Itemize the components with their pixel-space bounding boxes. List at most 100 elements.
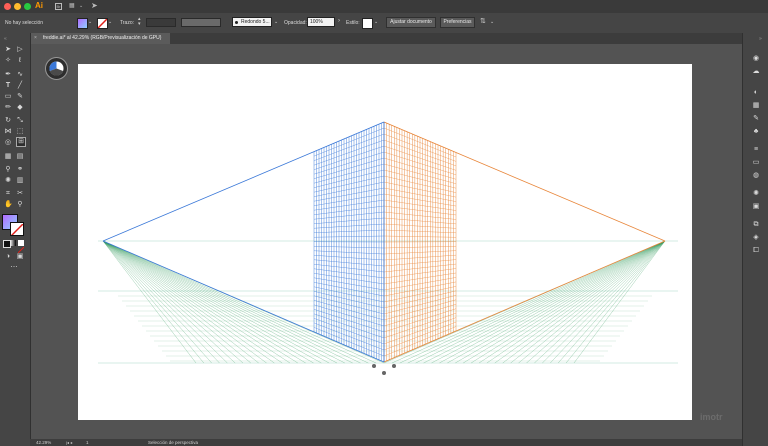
pencil-icon[interactable]: ✏ bbox=[4, 104, 12, 112]
magic-wand-icon[interactable]: ✧ bbox=[4, 57, 12, 65]
line-icon[interactable]: ╱ bbox=[16, 82, 24, 90]
libraries-icon[interactable]: ☁ bbox=[751, 68, 761, 76]
expand-panels-icon[interactable]: » bbox=[759, 36, 762, 42]
mesh-icon[interactable]: ▦ bbox=[4, 153, 12, 161]
layers-icon[interactable]: ◈ bbox=[751, 234, 761, 242]
close-window-icon[interactable] bbox=[4, 3, 11, 10]
zoom-window-icon[interactable] bbox=[24, 3, 31, 10]
floor-grid-line bbox=[494, 240, 666, 364]
stroke-chevron-icon[interactable]: ⌄ bbox=[108, 19, 112, 25]
links-icon[interactable]: ⧉ bbox=[751, 221, 761, 229]
artboard-icon[interactable]: ⌗ bbox=[4, 190, 12, 198]
grid-control-handle[interactable] bbox=[372, 364, 376, 368]
no-stroke-icon bbox=[11, 223, 23, 235]
floor-grid-line bbox=[447, 240, 666, 364]
arrange-documents-icon[interactable]: ⇅ bbox=[480, 17, 486, 25]
floor-grid-line bbox=[102, 240, 353, 364]
floor-grid-line bbox=[102, 240, 197, 364]
floor-grid-line bbox=[102, 240, 345, 364]
selection-icon[interactable]: ➤ bbox=[4, 46, 12, 54]
fill-chevron-icon[interactable]: ⌄ bbox=[88, 19, 92, 25]
free-transform-icon[interactable]: ⬚ bbox=[16, 128, 24, 136]
gradient-icon[interactable]: ▤ bbox=[16, 153, 24, 161]
scale-icon[interactable]: ⤡ bbox=[16, 117, 24, 125]
floor-grid-line bbox=[102, 240, 212, 364]
first-artboard-icon[interactable]: |◂ ◂ bbox=[66, 439, 72, 446]
artboard-number[interactable]: 1 bbox=[86, 439, 89, 446]
style-chevron-icon[interactable]: ⌄ bbox=[374, 19, 378, 25]
column-graph-icon[interactable]: ▥ bbox=[16, 177, 24, 185]
workspace-chevron-icon[interactable]: ⌄ bbox=[79, 3, 83, 9]
floor-grid-line bbox=[502, 240, 666, 364]
grid-control-handle[interactable] bbox=[382, 371, 386, 375]
paintbrush-icon[interactable]: ✎ bbox=[16, 93, 24, 101]
artboard[interactable] bbox=[78, 64, 692, 420]
stroke-weight-stepper[interactable]: ▴ ▾ bbox=[138, 17, 141, 27]
rotate-icon[interactable]: ↻ bbox=[4, 117, 12, 125]
send-icon[interactable]: ➤ bbox=[91, 1, 98, 10]
stroke-color-box[interactable] bbox=[10, 222, 24, 236]
direct-select-icon[interactable]: ▷ bbox=[16, 46, 24, 54]
properties-icon[interactable]: ◉ bbox=[751, 55, 761, 63]
none-mode-icon[interactable] bbox=[17, 240, 25, 254]
screen-mode-icon[interactable]: ▣ bbox=[16, 253, 24, 261]
opacity-input[interactable]: 100% bbox=[307, 17, 335, 27]
edit-toolbar-icon[interactable]: ⋯ bbox=[10, 264, 18, 272]
floor-grid-line bbox=[102, 240, 369, 364]
align-document-button[interactable]: Ajustar documento bbox=[386, 17, 436, 28]
color-icon[interactable]: ◐ bbox=[751, 89, 761, 97]
appearance-icon[interactable]: ✺ bbox=[751, 190, 761, 198]
shape-builder-icon[interactable]: ◎ bbox=[4, 139, 12, 147]
gradient-panel-icon[interactable]: ▭ bbox=[751, 159, 761, 167]
slice-icon[interactable]: ✂ bbox=[16, 190, 24, 198]
artboards-icon[interactable]: ⧠ bbox=[751, 247, 761, 255]
brush-definition[interactable]: Redondo 5... bbox=[232, 17, 272, 27]
draw-normal-icon[interactable]: ◑ bbox=[4, 253, 12, 261]
workspace-icon[interactable]: ▦ bbox=[69, 3, 76, 10]
status-bar: 42.29% |◂ ◂ 1 Selección de perspectiva bbox=[30, 439, 742, 446]
rectangle-icon[interactable]: ▭ bbox=[4, 93, 12, 101]
bridge-icon[interactable]: Br bbox=[55, 3, 62, 10]
stroke-icon[interactable]: ≡ bbox=[751, 146, 761, 154]
perspective-plane-widget[interactable] bbox=[45, 57, 68, 80]
type-icon[interactable]: T bbox=[4, 82, 12, 90]
zoom-icon[interactable]: ⚲ bbox=[16, 201, 24, 209]
symbol-sprayer-icon[interactable]: ✺ bbox=[4, 177, 12, 185]
brushes-icon[interactable]: ✎ bbox=[751, 115, 761, 123]
pen-icon[interactable]: ✒ bbox=[4, 71, 12, 79]
preferences-button[interactable]: Preferencias bbox=[440, 17, 475, 28]
curvature-icon[interactable]: ∿ bbox=[16, 71, 24, 79]
graphic-styles-icon[interactable]: ▣ bbox=[751, 203, 761, 211]
width-icon[interactable]: ⋈ bbox=[4, 128, 12, 136]
floor-grid-line bbox=[102, 240, 314, 364]
opacity-chevron-icon[interactable]: › bbox=[338, 18, 340, 24]
swatches-icon[interactable]: ▦ bbox=[751, 102, 761, 110]
eraser-icon[interactable]: ◆ bbox=[16, 104, 24, 112]
floor-grid-line bbox=[102, 240, 283, 364]
zoom-level[interactable]: 42.29% bbox=[36, 439, 51, 446]
minimize-window-icon[interactable] bbox=[14, 3, 21, 10]
variable-width-profile[interactable] bbox=[181, 18, 221, 27]
brush-chevron-icon[interactable]: ⌄ bbox=[274, 19, 278, 25]
fill-swatch[interactable] bbox=[77, 18, 88, 29]
transparency-icon[interactable]: ◍ bbox=[751, 172, 761, 180]
floor-grid-line bbox=[102, 240, 244, 364]
lasso-icon[interactable]: ℓ bbox=[16, 57, 24, 65]
arrange-chevron-icon[interactable]: ⌄ bbox=[490, 19, 494, 25]
gradient-mode-icon[interactable] bbox=[10, 240, 16, 246]
close-tab-icon[interactable]: × bbox=[34, 33, 37, 44]
stroke-weight-input[interactable] bbox=[146, 18, 176, 27]
collapse-panel-icon[interactable]: « bbox=[4, 36, 7, 42]
document-tab[interactable]: × freddie.ai* al 42.29% (RGB/Previsualiz… bbox=[30, 33, 170, 44]
graphic-style-swatch[interactable] bbox=[362, 18, 373, 29]
perspective-grid-icon[interactable]: ⊞ bbox=[16, 137, 26, 147]
floor-grid-line bbox=[102, 240, 377, 364]
grid-control-handle[interactable] bbox=[392, 364, 396, 368]
symbols-icon[interactable]: ♣ bbox=[751, 128, 761, 136]
stroke-swatch[interactable] bbox=[97, 18, 108, 29]
eyedropper-icon[interactable]: ⚲ bbox=[4, 166, 12, 174]
perspective-grid bbox=[98, 121, 678, 375]
floor-grid-line bbox=[102, 240, 228, 364]
hand-icon[interactable]: ✋ bbox=[4, 201, 13, 209]
blend-icon[interactable]: ⚭ bbox=[16, 166, 24, 174]
